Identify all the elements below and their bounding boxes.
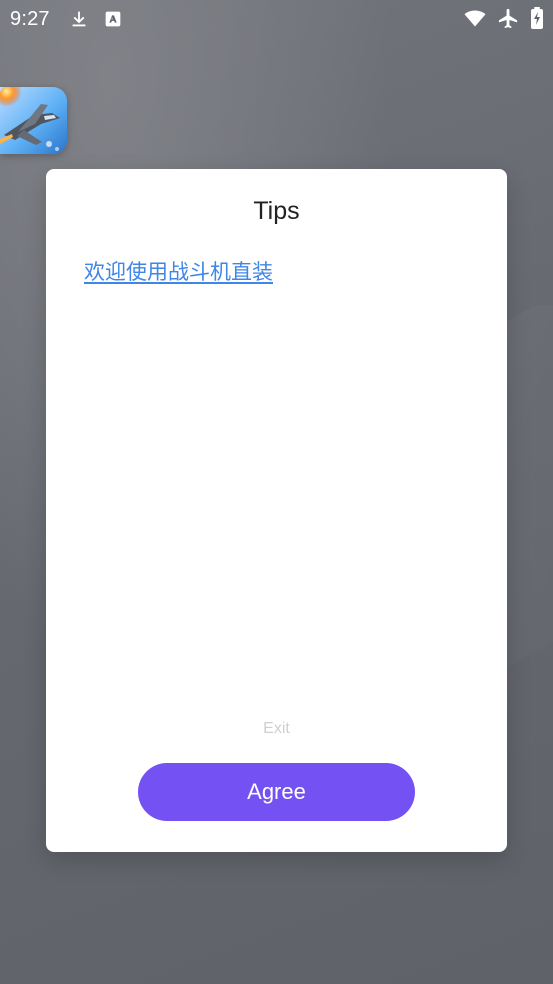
status-bar: 9:27 [0, 0, 553, 40]
battery-icon [529, 6, 545, 30]
screen: 9:27 Tips 欢迎使用战斗机直装 Exit Agree [0, 0, 553, 984]
wifi-icon [463, 6, 487, 30]
download-icon [68, 8, 90, 30]
agree-button[interactable]: Agree [138, 763, 415, 821]
airplane-mode-icon [497, 7, 520, 30]
status-time: 9:27 [10, 8, 50, 30]
dialog-title: Tips [253, 197, 300, 225]
font-icon [102, 8, 124, 30]
fighter-jet-game-icon[interactable] [0, 87, 67, 154]
tips-dialog: Tips 欢迎使用战斗机直装 Exit Agree [46, 169, 507, 852]
welcome-link[interactable]: 欢迎使用战斗机直装 [84, 256, 273, 286]
exit-button[interactable]: Exit [46, 720, 507, 738]
